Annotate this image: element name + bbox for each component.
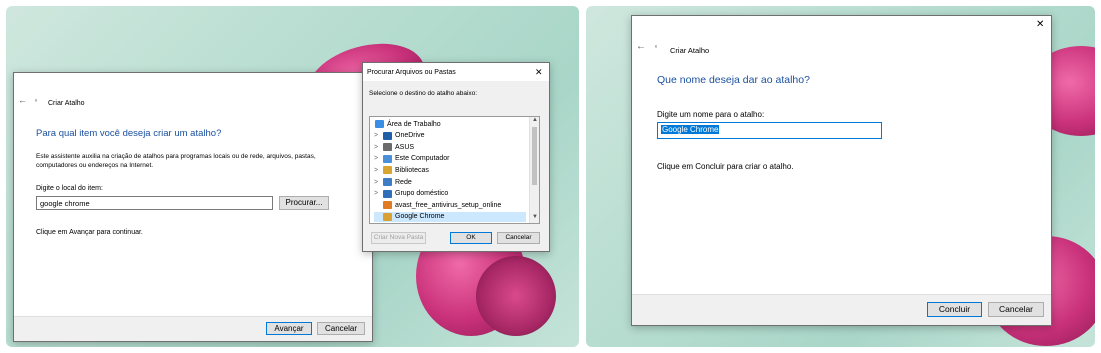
close-icon[interactable]: ✕ — [535, 67, 543, 78]
wizard-footer: Concluir Cancelar — [632, 294, 1051, 325]
browse-dialog-title: Procurar Arquivos ou Pastas — [367, 69, 456, 76]
chevron-right-icon[interactable]: > — [374, 155, 380, 162]
tree-item[interactable]: > ASUS — [374, 142, 526, 152]
wizard-title: Criar Atalho — [670, 46, 710, 55]
chevron-right-icon[interactable]: > — [374, 190, 380, 197]
tree-item[interactable]: Área de Trabalho — [372, 119, 526, 129]
flower-petal — [476, 256, 556, 336]
chevron-right-icon[interactable]: > — [374, 179, 380, 186]
library-icon — [383, 166, 392, 175]
tree-item[interactable]: > OneDrive — [374, 131, 526, 141]
computer-icon — [383, 154, 392, 163]
tree-scrollbar[interactable]: ▲ ▼ — [529, 117, 539, 223]
chevron-right-icon[interactable]: > — [374, 132, 380, 139]
continue-hint: Clique em Avançar para continuar. — [36, 229, 143, 236]
wizard-heading: Para qual item você deseja criar um atal… — [36, 128, 222, 139]
wizard-title: Criar Atalho — [48, 100, 85, 107]
browse-instruction: Selecione o destino do atalho abaixo: — [369, 90, 478, 97]
tree-item[interactable]: > Grupo doméstico — [374, 189, 526, 199]
left-screenshot-panel: ← ᵉ Criar Atalho Para qual item você des… — [6, 6, 579, 347]
back-arrow-icon[interactable]: ← — [636, 41, 646, 52]
create-shortcut-wizard: ← ᵉ Criar Atalho Para qual item você des… — [13, 72, 373, 342]
shortcut-name-input[interactable]: Google Chrome — [657, 122, 882, 139]
tree-item-label: Bibliotecas — [395, 166, 429, 174]
tree-item-label: Grupo doméstico — [395, 190, 449, 198]
tree-item-label: Rede — [395, 178, 412, 186]
tree-item-label: Este Computador — [395, 155, 450, 163]
scroll-up-icon[interactable]: ▲ — [532, 117, 538, 123]
chevron-right-icon[interactable]: > — [374, 167, 380, 174]
cancel-button[interactable]: Cancelar — [317, 322, 365, 335]
wizard-heading: Que nome deseja dar ao atalho? — [657, 74, 810, 86]
tree-item[interactable]: > Bibliotecas — [374, 165, 526, 175]
tree-item-label: ASUS — [395, 143, 415, 151]
folder-tree[interactable]: Área de Trabalho > OneDrive > ASUS > Este Comp… — [369, 116, 540, 224]
shortcut-icon — [383, 212, 392, 221]
finish-button[interactable]: Concluir — [927, 302, 982, 317]
chevron-right-icon[interactable]: > — [374, 144, 380, 151]
tree-item[interactable]: > Rede — [374, 177, 526, 187]
installer-icon — [383, 201, 392, 210]
desktop-icon — [375, 120, 384, 128]
user-icon — [383, 143, 392, 152]
tree-item-label: OneDrive — [395, 132, 425, 140]
onedrive-icon — [383, 131, 392, 140]
create-shortcut-wizard-name-step: ✕ ← ᵉ Criar Atalho Que nome deseja dar a… — [631, 15, 1052, 326]
scrollbar-thumb[interactable] — [532, 127, 537, 185]
tree-item-label: avast_free_antivirus_setup_online — [395, 201, 502, 209]
tree-item-label: Google Chrome — [395, 213, 445, 221]
browse-dialog: Procurar Arquivos ou Pastas ✕ Selecione … — [362, 62, 550, 252]
browse-cancel-button[interactable]: Cancelar — [497, 232, 540, 244]
browse-button[interactable]: Procurar... — [279, 196, 329, 210]
back-arrow-icon[interactable]: ← — [18, 95, 27, 105]
wizard-footer: Avançar Cancelar — [14, 316, 372, 341]
tree-item[interactable]: > Este Computador — [374, 154, 526, 164]
tree-item[interactable]: avast_free_antivirus_setup_online — [374, 200, 526, 210]
wizard-description: Este assistente auxilia na criação de at… — [36, 153, 316, 160]
homegroup-icon — [383, 189, 392, 198]
wizard-icon: ᵉ — [655, 45, 658, 51]
tree-item-label: Área de Trabalho — [387, 120, 441, 128]
next-button[interactable]: Avançar — [266, 322, 312, 335]
finish-hint: Clique em Concluir para criar o atalho. — [657, 162, 794, 171]
cancel-button[interactable]: Cancelar — [988, 302, 1044, 317]
wizard-description: computadores ou endereços na Internet. — [36, 162, 154, 169]
network-icon — [383, 178, 392, 186]
new-folder-button: Criar Nova Pasta — [371, 232, 426, 244]
tree-item[interactable]: Google Chrome — [374, 211, 526, 222]
browse-dialog-titlebar: Procurar Arquivos ou Pastas ✕ — [363, 63, 549, 81]
right-screenshot-panel: ✕ ← ᵉ Criar Atalho Que nome deseja dar a… — [586, 6, 1095, 347]
location-input[interactable]: google chrome — [36, 196, 273, 210]
selected-text: Google Chrome — [661, 125, 720, 134]
close-icon[interactable]: ✕ — [1036, 19, 1044, 30]
name-label: Digite um nome para o atalho: — [657, 110, 765, 119]
wizard-icon: ᵉ — [35, 99, 38, 105]
scroll-down-icon[interactable]: ▼ — [532, 214, 538, 220]
ok-button[interactable]: OK — [450, 232, 492, 244]
location-label: Digite o local do item: — [36, 185, 103, 192]
